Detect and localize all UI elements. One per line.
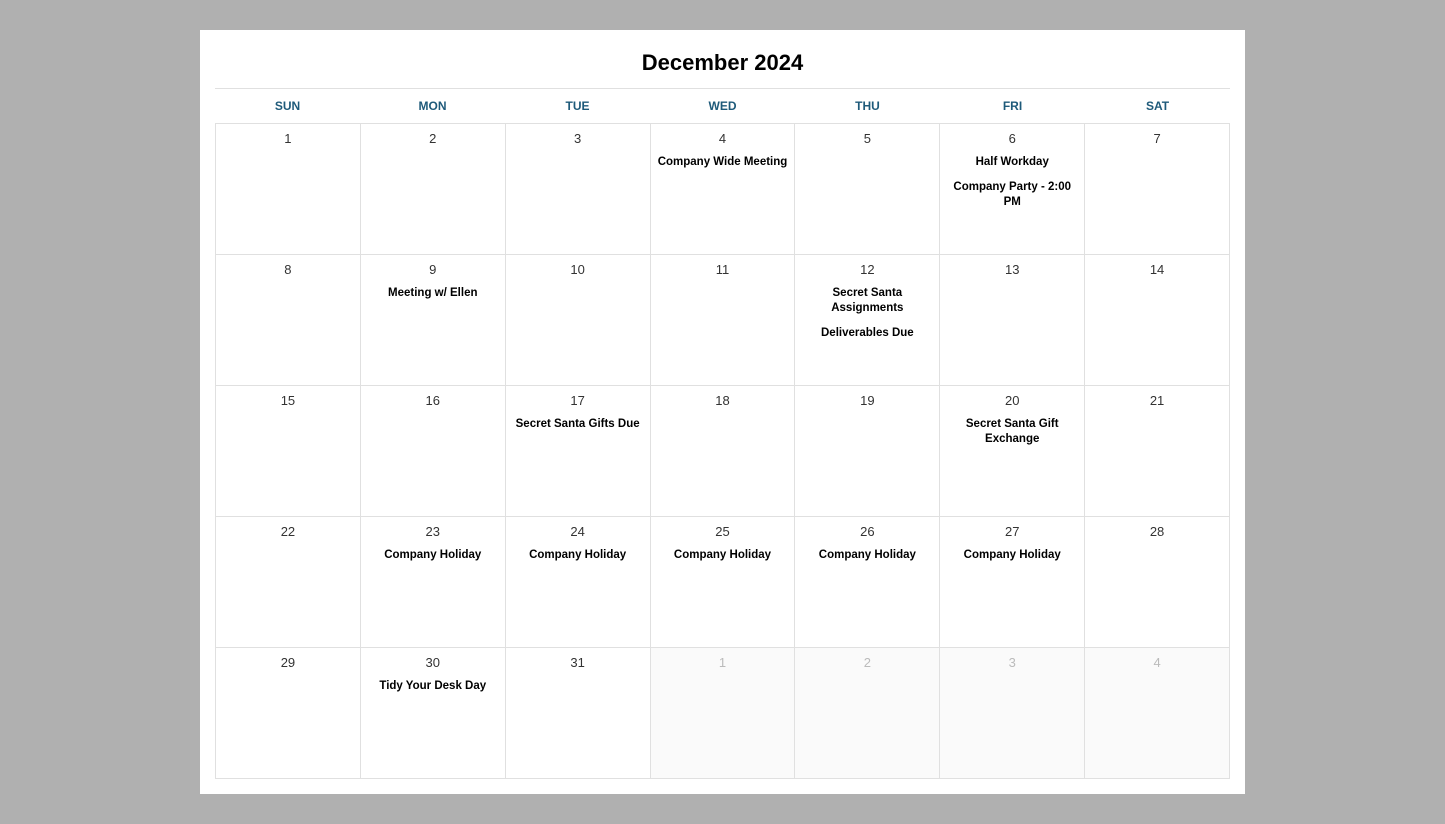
day-number: 3 bbox=[945, 653, 1079, 674]
day-number: 1 bbox=[221, 129, 355, 150]
day-number: 15 bbox=[221, 391, 355, 412]
day-headers-row: SUNMONTUEWEDTHUFRISAT bbox=[215, 89, 1230, 123]
calendar-event[interactable]: Meeting w/ Ellen bbox=[366, 281, 500, 306]
day-number: 5 bbox=[800, 129, 934, 150]
day-number: 25 bbox=[656, 522, 790, 543]
calendar-event[interactable]: Company Holiday bbox=[366, 543, 500, 568]
day-number: 9 bbox=[366, 260, 500, 281]
day-cell[interactable]: 3 bbox=[506, 124, 651, 255]
day-cell[interactable]: 15 bbox=[216, 386, 361, 517]
day-number: 23 bbox=[366, 522, 500, 543]
day-cell[interactable]: 3 bbox=[940, 648, 1085, 779]
day-number: 31 bbox=[511, 653, 645, 674]
day-number: 17 bbox=[511, 391, 645, 412]
day-cell[interactable]: 10 bbox=[506, 255, 651, 386]
calendar-container: December 2024 SUNMONTUEWEDTHUFRISAT 1234… bbox=[200, 30, 1245, 794]
day-cell[interactable]: 12Secret Santa AssignmentsDeliverables D… bbox=[795, 255, 940, 386]
day-cell[interactable]: 19 bbox=[795, 386, 940, 517]
calendar-event[interactable]: Secret Santa Gift Exchange bbox=[945, 412, 1079, 452]
day-cell[interactable]: 26Company Holiday bbox=[795, 517, 940, 648]
day-number: 29 bbox=[221, 653, 355, 674]
day-number: 3 bbox=[511, 129, 645, 150]
day-number: 2 bbox=[800, 653, 934, 674]
day-number: 13 bbox=[945, 260, 1079, 281]
day-cell[interactable]: 1 bbox=[216, 124, 361, 255]
day-number: 4 bbox=[1090, 653, 1224, 674]
day-cell[interactable]: 11 bbox=[651, 255, 796, 386]
day-cell[interactable]: 2 bbox=[361, 124, 506, 255]
day-cell[interactable]: 6Half WorkdayCompany Party - 2:00 PM bbox=[940, 124, 1085, 255]
calendar-event[interactable]: Tidy Your Desk Day bbox=[366, 674, 500, 699]
day-number: 30 bbox=[366, 653, 500, 674]
calendar-event[interactable]: Company Holiday bbox=[511, 543, 645, 568]
day-cell[interactable]: 5 bbox=[795, 124, 940, 255]
calendar-title: December 2024 bbox=[215, 45, 1230, 89]
day-header-sun: SUN bbox=[215, 89, 360, 123]
day-cell[interactable]: 28 bbox=[1085, 517, 1230, 648]
day-cell[interactable]: 4Company Wide Meeting bbox=[651, 124, 796, 255]
day-cell[interactable]: 14 bbox=[1085, 255, 1230, 386]
day-cell[interactable]: 18 bbox=[651, 386, 796, 517]
day-cell[interactable]: 9Meeting w/ Ellen bbox=[361, 255, 506, 386]
day-number: 20 bbox=[945, 391, 1079, 412]
day-cell[interactable]: 24Company Holiday bbox=[506, 517, 651, 648]
day-number: 18 bbox=[656, 391, 790, 412]
day-cell[interactable]: 20Secret Santa Gift Exchange bbox=[940, 386, 1085, 517]
day-cell[interactable]: 8 bbox=[216, 255, 361, 386]
day-number: 16 bbox=[366, 391, 500, 412]
calendar-event[interactable]: Secret Santa Assignments bbox=[800, 281, 934, 321]
day-number: 8 bbox=[221, 260, 355, 281]
day-cell[interactable]: 21 bbox=[1085, 386, 1230, 517]
day-cell[interactable]: 30Tidy Your Desk Day bbox=[361, 648, 506, 779]
day-number: 24 bbox=[511, 522, 645, 543]
day-number: 12 bbox=[800, 260, 934, 281]
day-cell[interactable]: 13 bbox=[940, 255, 1085, 386]
day-cell[interactable]: 31 bbox=[506, 648, 651, 779]
day-header-wed: WED bbox=[650, 89, 795, 123]
day-header-thu: THU bbox=[795, 89, 940, 123]
day-cell[interactable]: 4 bbox=[1085, 648, 1230, 779]
calendar-event[interactable]: Deliverables Due bbox=[800, 321, 934, 346]
day-cell[interactable]: 7 bbox=[1085, 124, 1230, 255]
day-number: 21 bbox=[1090, 391, 1224, 412]
calendar-event[interactable]: Company Party - 2:00 PM bbox=[945, 175, 1079, 215]
day-cell[interactable]: 29 bbox=[216, 648, 361, 779]
day-cell[interactable]: 2 bbox=[795, 648, 940, 779]
day-number: 26 bbox=[800, 522, 934, 543]
calendar-event[interactable]: Company Holiday bbox=[945, 543, 1079, 568]
day-header-sat: SAT bbox=[1085, 89, 1230, 123]
calendar-event[interactable]: Half Workday bbox=[945, 150, 1079, 175]
day-cell[interactable]: 17Secret Santa Gifts Due bbox=[506, 386, 651, 517]
day-number: 27 bbox=[945, 522, 1079, 543]
day-number: 6 bbox=[945, 129, 1079, 150]
day-number: 28 bbox=[1090, 522, 1224, 543]
day-cell[interactable]: 1 bbox=[651, 648, 796, 779]
day-cell[interactable]: 27Company Holiday bbox=[940, 517, 1085, 648]
calendar-event[interactable]: Company Wide Meeting bbox=[656, 150, 790, 175]
day-number: 7 bbox=[1090, 129, 1224, 150]
day-cell[interactable]: 23Company Holiday bbox=[361, 517, 506, 648]
calendar-grid: 1234Company Wide Meeting56Half WorkdayCo… bbox=[215, 123, 1230, 779]
day-number: 19 bbox=[800, 391, 934, 412]
day-cell[interactable]: 22 bbox=[216, 517, 361, 648]
day-header-mon: MON bbox=[360, 89, 505, 123]
day-header-tue: TUE bbox=[505, 89, 650, 123]
day-number: 1 bbox=[656, 653, 790, 674]
day-cell[interactable]: 16 bbox=[361, 386, 506, 517]
day-cell[interactable]: 25Company Holiday bbox=[651, 517, 796, 648]
day-number: 11 bbox=[656, 260, 790, 281]
calendar-event[interactable]: Secret Santa Gifts Due bbox=[511, 412, 645, 437]
day-number: 2 bbox=[366, 129, 500, 150]
day-number: 22 bbox=[221, 522, 355, 543]
day-number: 14 bbox=[1090, 260, 1224, 281]
day-header-fri: FRI bbox=[940, 89, 1085, 123]
calendar-event[interactable]: Company Holiday bbox=[800, 543, 934, 568]
day-number: 4 bbox=[656, 129, 790, 150]
day-number: 10 bbox=[511, 260, 645, 281]
calendar-event[interactable]: Company Holiday bbox=[656, 543, 790, 568]
